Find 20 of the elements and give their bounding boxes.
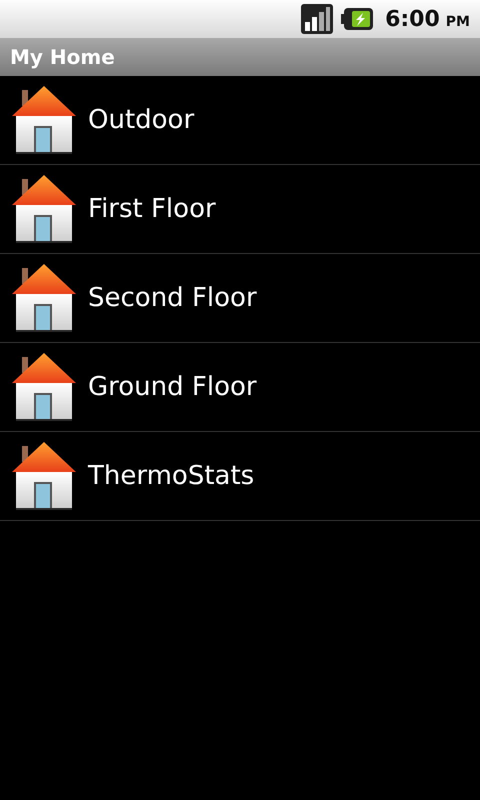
list-item[interactable]: Ground Floor [0, 343, 480, 432]
signal-icon [301, 4, 334, 34]
battery-charging-icon [341, 8, 374, 30]
house-icon [10, 262, 78, 334]
house-icon [10, 440, 78, 512]
app-title: My Home [10, 45, 115, 69]
clock-period: PM [446, 14, 470, 30]
item-label: Outdoor [88, 105, 194, 135]
item-label: ThermoStats [88, 461, 254, 491]
house-icon [10, 351, 78, 423]
house-icon [10, 84, 78, 156]
house-icon [10, 173, 78, 245]
item-label: Ground Floor [88, 372, 257, 402]
list-item[interactable]: ThermoStats [0, 432, 480, 521]
list-item[interactable]: First Floor [0, 165, 480, 254]
item-label: First Floor [88, 194, 216, 224]
list-item[interactable]: Second Floor [0, 254, 480, 343]
list-item[interactable]: Outdoor [0, 76, 480, 165]
clock-time: 6:00 [385, 6, 440, 32]
item-label: Second Floor [88, 283, 257, 313]
